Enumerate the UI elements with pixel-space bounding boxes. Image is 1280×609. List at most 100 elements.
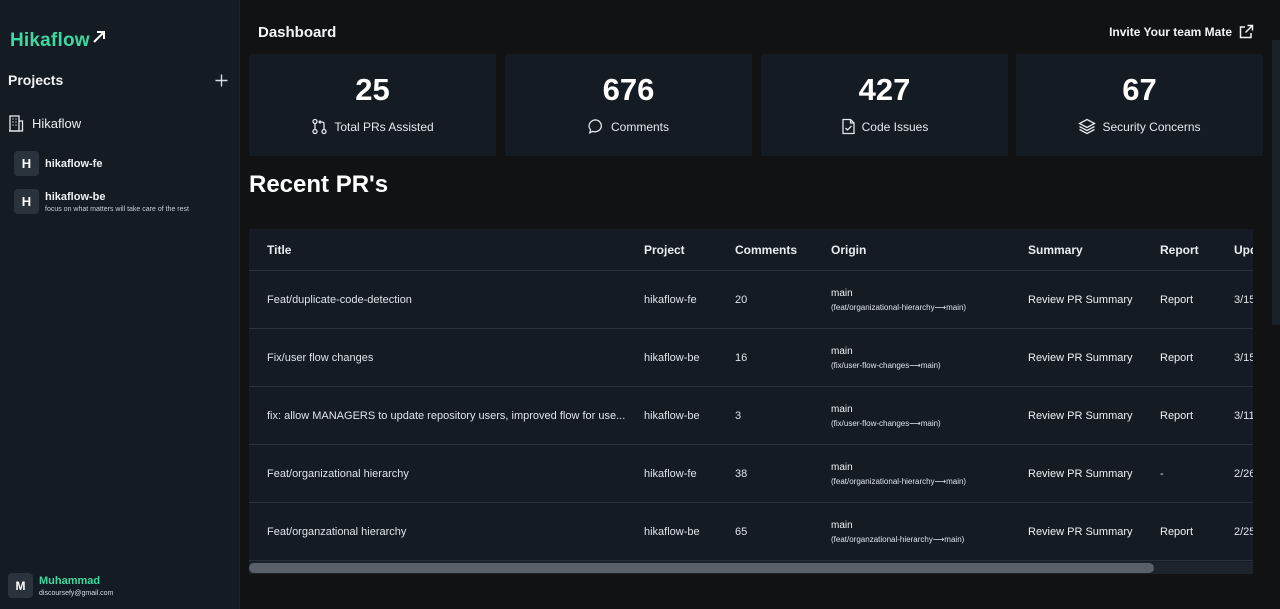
table-row[interactable]: Feat/duplicate-code-detection hikaflow-f… [249, 271, 1253, 329]
stat-label: Code Issues [861, 119, 929, 134]
logo-arrow-icon [93, 31, 105, 43]
logo[interactable]: Hikaflow [10, 30, 106, 52]
review-summary-link[interactable]: Review PR Summary [1028, 329, 1133, 386]
origin-branch: main [831, 403, 853, 415]
organization-item[interactable]: Hikaflow [8, 114, 81, 132]
origin-branch: main [831, 519, 853, 531]
stat-card-security: 67 Security Concerns [1016, 54, 1263, 156]
project-name: hikaflow-be [45, 190, 106, 203]
origin-branch: main [831, 287, 853, 299]
stat-value: 676 [602, 72, 655, 107]
recent-prs-title: Recent PR's [249, 171, 389, 198]
pr-project: hikaflow-be [644, 525, 700, 538]
pr-updated: 2/26 [1234, 467, 1253, 480]
pr-comments: 20 [735, 293, 748, 306]
invite-label: Invite Your team Mate [1109, 24, 1232, 39]
report-link[interactable]: Report [1160, 503, 1193, 560]
recent-prs-table: Title Project Comments Origin Summary Re… [249, 229, 1253, 574]
building-icon [9, 115, 24, 132]
origin-branch: main [831, 461, 853, 473]
sidebar-item-hikaflow-be[interactable]: H hikaflow-be focus on what matters will… [14, 189, 189, 214]
pr-project: hikaflow-fe [644, 293, 697, 306]
git-pull-request-icon [312, 118, 327, 135]
column-header-report[interactable]: Report [1160, 229, 1199, 270]
sidebar-item-hikaflow-fe[interactable]: H hikaflow-fe [14, 151, 102, 176]
user-profile[interactable]: M Muhammad discoursefy@gmail.com [8, 573, 113, 598]
review-summary-link[interactable]: Review PR Summary [1028, 445, 1133, 502]
table-row[interactable]: Feat/organizational hierarchy hikaflow-f… [249, 445, 1253, 503]
organization-name: Hikaflow [32, 115, 82, 131]
table-horizontal-scrollbar[interactable] [249, 562, 1253, 574]
pr-comments: 38 [735, 467, 748, 480]
projects-title: Projects [8, 72, 64, 88]
project-avatar: H [14, 151, 39, 176]
invite-teammate-link[interactable]: Invite Your team Mate [1109, 24, 1254, 39]
pr-project: hikaflow-fe [644, 467, 697, 480]
pr-updated: 2/25 [1234, 525, 1253, 538]
layers-icon [1078, 118, 1097, 135]
pr-origin: main (fix/user-flow-changes⟶main) [831, 387, 941, 444]
sidebar: Hikaflow Projects Hikaflow H hikaflow-fe… [0, 0, 240, 609]
pr-title: Feat/duplicate-code-detection [267, 293, 412, 306]
pr-project: hikaflow-be [644, 409, 700, 422]
project-description: focus on what matters will take care of … [45, 205, 189, 213]
stat-value: 25 [355, 72, 390, 107]
plus-icon [215, 74, 228, 86]
origin-path: (feat/organzational-hierarchy⟶main) [831, 534, 965, 544]
origin-path: (feat/organizational-hierarchy⟶main) [831, 476, 967, 486]
origin-path: (feat/organizational-hierarchy⟶main) [831, 302, 967, 312]
project-avatar: H [14, 189, 39, 214]
pr-title: Feat/organzational hierarchy [267, 525, 407, 538]
review-summary-link[interactable]: Review PR Summary [1028, 387, 1133, 444]
origin-path: (fix/user-flow-changes⟶main) [831, 418, 941, 428]
user-email: discoursefy@gmail.com [39, 589, 114, 597]
table-row[interactable]: fix: allow MANAGERS to update repository… [249, 387, 1253, 445]
pr-comments: 65 [735, 525, 748, 538]
column-header-title[interactable]: Title [267, 229, 637, 270]
pr-title: fix: allow MANAGERS to update repository… [267, 409, 626, 422]
review-summary-link[interactable]: Review PR Summary [1028, 503, 1133, 560]
report-empty: - [1160, 467, 1164, 480]
stat-label: Total PRs Assisted [334, 119, 434, 134]
scrollbar-thumb[interactable] [249, 563, 1154, 573]
report-link[interactable]: Report [1160, 387, 1193, 444]
page-title: Dashboard [258, 24, 337, 41]
pr-origin: main (feat/organizational-hierarchy⟶main… [831, 445, 966, 502]
review-summary-link[interactable]: Review PR Summary [1028, 271, 1133, 328]
table-row[interactable]: Feat/organzational hierarchy hikaflow-be… [249, 503, 1253, 561]
pr-origin: main (feat/organzational-hierarchy⟶main) [831, 503, 964, 560]
column-header-summary[interactable]: Summary [1028, 229, 1083, 270]
avatar: M [8, 573, 33, 598]
projects-header: Projects [8, 72, 228, 88]
external-link-icon [1239, 24, 1254, 39]
comment-icon [588, 119, 602, 135]
pr-updated: 3/15 [1234, 351, 1253, 364]
pr-origin: main (fix/user-flow-changes⟶main) [831, 329, 941, 386]
page-scroll-edge [1272, 40, 1280, 325]
user-name: Muhammad [39, 574, 101, 587]
column-header-origin[interactable]: Origin [831, 229, 866, 270]
pr-comments: 16 [735, 351, 748, 364]
pr-comments: 3 [735, 409, 742, 422]
project-name: hikaflow-fe [45, 157, 103, 170]
stat-label: Security Concerns [1102, 119, 1201, 134]
pr-updated: 3/15 [1234, 293, 1253, 306]
add-project-button[interactable] [215, 74, 228, 87]
stat-card-code-issues: 427 Code Issues [761, 54, 1008, 156]
pr-updated: 3/11 [1234, 409, 1253, 422]
table-header: Title Project Comments Origin Summary Re… [249, 229, 1253, 271]
stat-card-prs: 25 Total PRs Assisted [249, 54, 496, 156]
table-row[interactable]: Fix/user flow changes hikaflow-be 16 mai… [249, 329, 1253, 387]
logo-text: Hikaflow [10, 30, 90, 51]
report-link[interactable]: Report [1160, 329, 1193, 386]
stat-value: 427 [858, 72, 911, 107]
column-header-comments[interactable]: Comments [735, 229, 797, 270]
column-header-updated[interactable]: Upd [1234, 229, 1253, 270]
stat-label: Comments [610, 119, 669, 134]
report-link[interactable]: Report [1160, 271, 1193, 328]
column-header-project[interactable]: Project [644, 229, 685, 270]
pr-project: hikaflow-be [644, 351, 700, 364]
stat-card-comments: 676 Comments [505, 54, 752, 156]
pr-title: Fix/user flow changes [267, 351, 374, 364]
pr-origin: main (feat/organizational-hierarchy⟶main… [831, 271, 966, 328]
